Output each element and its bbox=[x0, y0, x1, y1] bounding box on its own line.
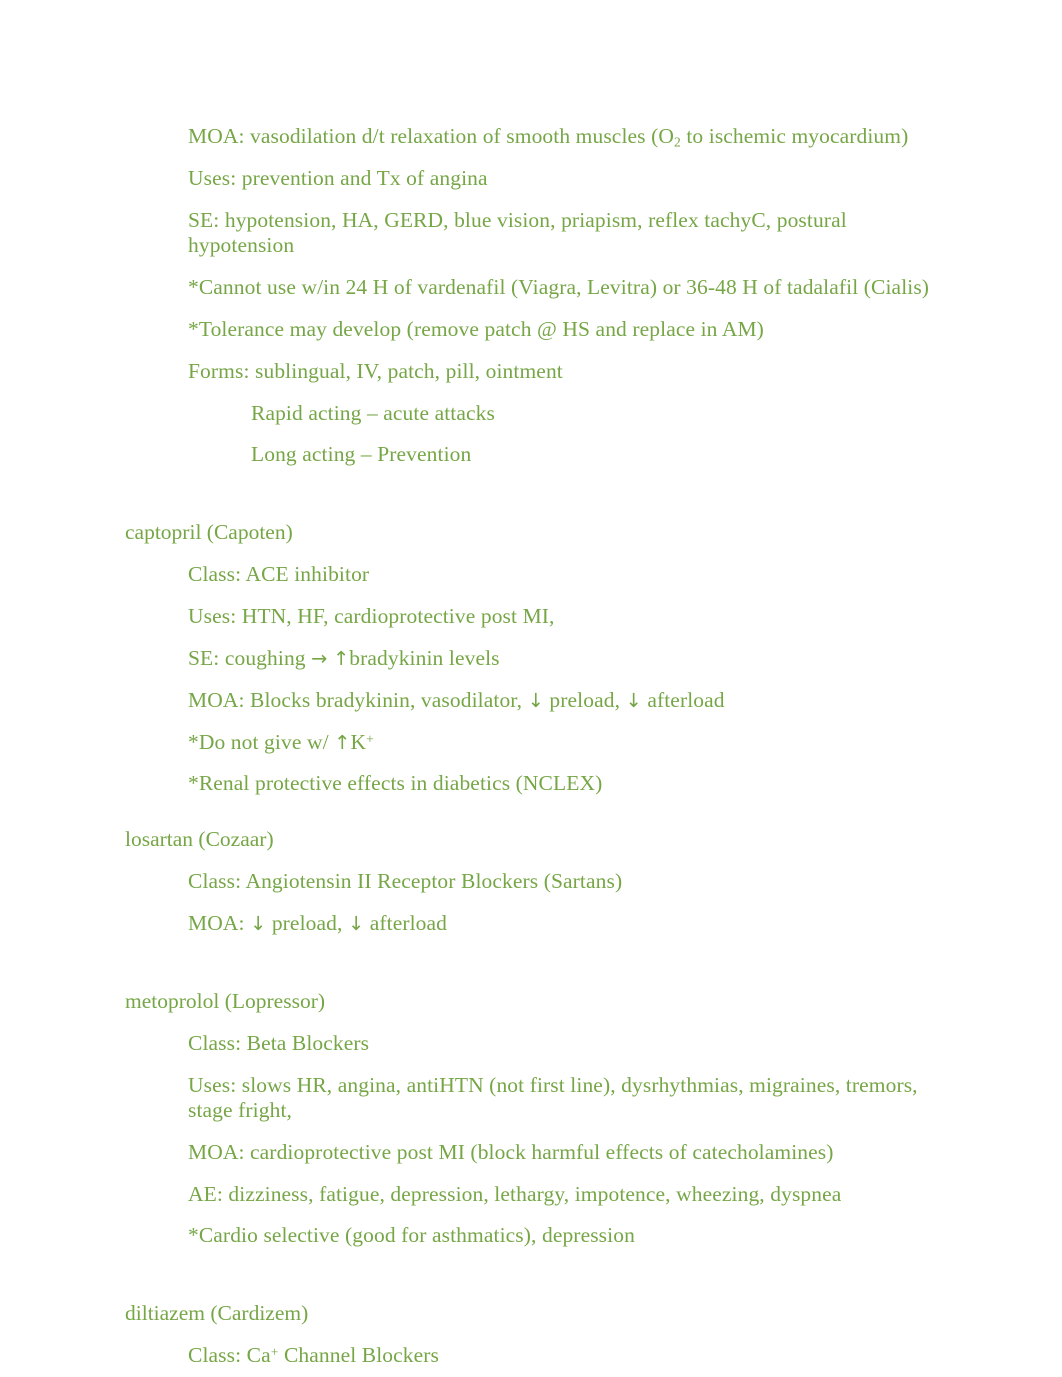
section-diltiazem: diltiazem (Cardizem) Class: Ca+ Channel … bbox=[125, 1301, 937, 1368]
subscript-two: 2 bbox=[674, 134, 681, 150]
text-run: MOA: vasodilation d/t relaxation of smoo… bbox=[188, 124, 674, 148]
drug-heading-captopril: captopril (Capoten) bbox=[125, 520, 293, 545]
paragraph-se-coughing: SE: coughing → ↑bradykinin levels bbox=[188, 646, 937, 671]
down-arrow-icon: ↓ bbox=[347, 911, 365, 935]
paragraph-uses-angina: Uses: prevention and Tx of angina bbox=[188, 165, 488, 190]
paragraph-cardio-selective: *Cardio selective (good for asthmatics),… bbox=[188, 1223, 635, 1248]
section-losartan: losartan (Cozaar) Class: Angiotensin II … bbox=[125, 827, 937, 936]
paragraph-moa-losartan: MOA: ↓ preload, ↓ afterload bbox=[188, 911, 937, 936]
drug-heading-diltiazem: diltiazem (Cardizem) bbox=[125, 1301, 309, 1326]
text-run: Class: Ca bbox=[188, 1343, 271, 1368]
right-arrow-icon: → bbox=[311, 646, 328, 670]
down-arrow-icon: ↓ bbox=[625, 688, 642, 712]
paragraph-class-ace: Class: ACE inhibitor bbox=[188, 562, 370, 587]
section-metoprolol: metoprolol (Lopressor) Class: Beta Block… bbox=[125, 989, 937, 1249]
section-gap-small bbox=[125, 813, 937, 827]
paragraph-tolerance: *Tolerance may develop (remove patch @ H… bbox=[188, 316, 764, 341]
text-run: Channel Blockers bbox=[278, 1343, 439, 1368]
down-arrow-icon: ↓ bbox=[527, 688, 544, 712]
paragraph-class-beta-blockers: Class: Beta Blockers bbox=[188, 1030, 370, 1055]
drug-heading-metoprolol: metoprolol (Lopressor) bbox=[125, 988, 326, 1013]
text-run: MOA: Blocks bradykinin, vasodilator, bbox=[188, 687, 528, 712]
text-run: *Do not give w/ bbox=[188, 729, 335, 754]
paragraph-uses-metoprolol: Uses: slows HR, angina, antiHTN (not fir… bbox=[188, 1072, 918, 1122]
document-body: MOA: vasodilation d/t relaxation of smoo… bbox=[125, 124, 937, 1377]
paragraph-uses-captopril: Uses: HTN, HF, cardioprotective post MI, bbox=[188, 603, 555, 628]
paragraph-moa-metoprolol: MOA: cardioprotective post MI (block har… bbox=[188, 1139, 834, 1164]
document-page: MOA: vasodilation d/t relaxation of smoo… bbox=[0, 0, 1062, 1377]
paragraph-class-ccb: Class: Ca+ Channel Blockers bbox=[188, 1343, 937, 1368]
paragraph-class-arb: Class: Angiotensin II Receptor Blockers … bbox=[188, 869, 623, 894]
paragraph-forms: Forms: sublingual, IV, patch, pill, oint… bbox=[188, 358, 563, 383]
paragraph-renal-protective: *Renal protective effects in diabetics (… bbox=[188, 771, 603, 796]
text-run: afterload bbox=[641, 687, 725, 712]
up-arrow-icon: ↑ bbox=[334, 730, 351, 754]
section-captopril: captopril (Capoten) Class: ACE inhibitor… bbox=[125, 520, 937, 797]
paragraph-cannot-use-pde5: *Cannot use w/in 24 H of vardenafil (Via… bbox=[188, 274, 930, 299]
section-nitroglycerin-continued: MOA: vasodilation d/t relaxation of smoo… bbox=[125, 124, 937, 468]
text-run: to ischemic myocardium) bbox=[680, 124, 909, 148]
drug-heading-losartan: losartan (Cozaar) bbox=[125, 827, 274, 852]
paragraph-do-not-give-potassium: *Do not give w/ ↑K+ bbox=[188, 730, 937, 755]
paragraph-moa-blocks-bradykinin: MOA: Blocks bradykinin, vasodilator, ↓ p… bbox=[188, 688, 937, 713]
text-run: afterload bbox=[364, 910, 448, 935]
paragraph-moa-vasodilation: MOA: vasodilation d/t relaxation of smoo… bbox=[188, 124, 937, 149]
paragraph-rapid-acting: Rapid acting – acute attacks bbox=[251, 400, 495, 425]
text-run: SE: coughing bbox=[188, 645, 312, 670]
text-run: MOA: bbox=[188, 910, 251, 935]
text-run: preload, bbox=[543, 687, 626, 712]
paragraph-long-acting: Long acting – Prevention bbox=[251, 442, 472, 467]
down-arrow-icon: ↓ bbox=[250, 911, 267, 935]
paragraph-se-nitrate: SE: hypotension, HA, GERD, blue vision, … bbox=[188, 207, 847, 258]
text-run: K bbox=[350, 729, 367, 754]
paragraph-ae-metoprolol: AE: dizziness, fatigue, depression, leth… bbox=[188, 1181, 842, 1206]
text-run: preload, bbox=[266, 910, 348, 935]
up-arrow-icon: ↑ bbox=[332, 646, 350, 670]
text-run: bradykinin levels bbox=[349, 645, 500, 670]
superscript-plus: + bbox=[366, 730, 374, 746]
